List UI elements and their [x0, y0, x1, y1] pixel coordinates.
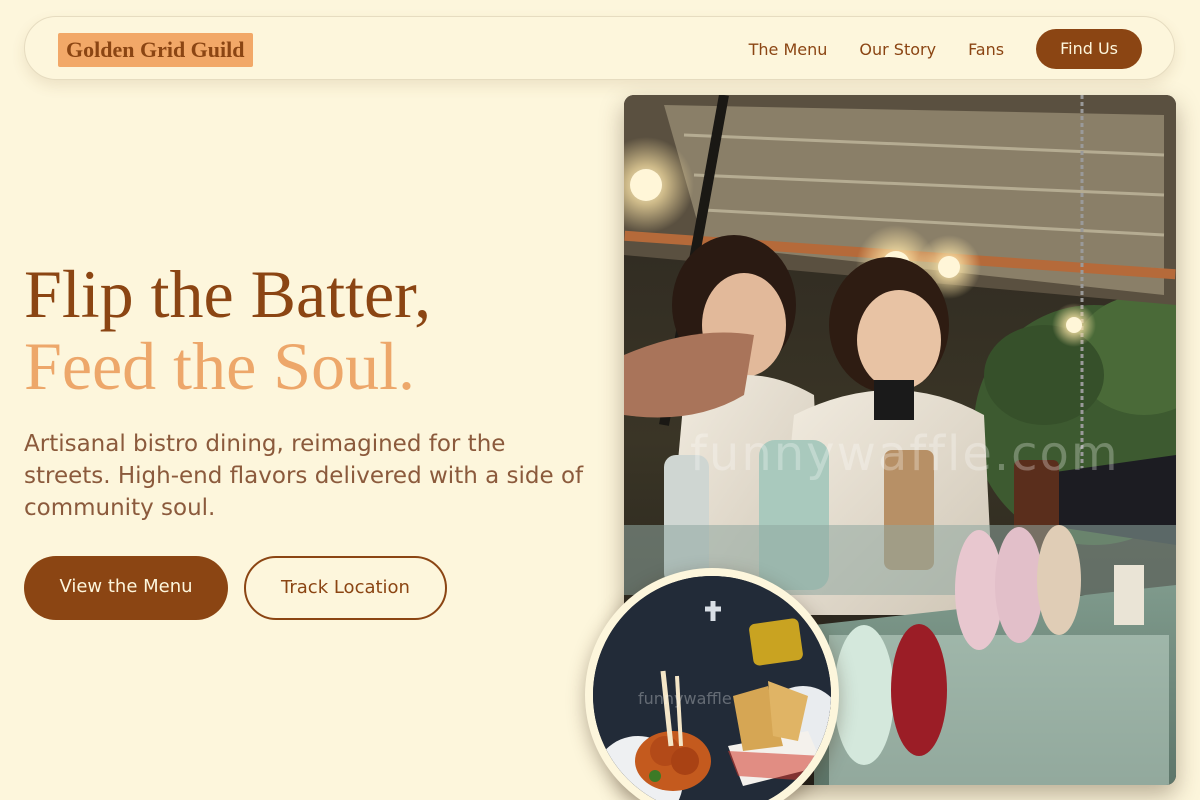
- photo-watermark: funnywaffle.com: [690, 426, 1120, 482]
- nav-link-our-story[interactable]: Our Story: [859, 40, 936, 59]
- hero-subtitle: Artisanal bistro dining, reimagined for …: [24, 431, 584, 521]
- hero-title: Flip the Batter, Feed the Soul.: [24, 258, 431, 402]
- track-location-button[interactable]: Track Location: [244, 556, 447, 620]
- nav-link-fans[interactable]: Fans: [968, 40, 1004, 59]
- top-navbar: Golden Grid Guild The Menu Our Story Fan…: [24, 16, 1175, 80]
- hero-title-line2: Feed the Soul.: [24, 328, 415, 404]
- food-closeup-photo: funnywaffle: [585, 568, 839, 800]
- nav-link-menu[interactable]: The Menu: [749, 40, 828, 59]
- round-photo-watermark: funnywaffle: [638, 689, 732, 708]
- view-menu-button[interactable]: View the Menu: [24, 556, 228, 620]
- hero-title-line1: Flip the Batter,: [24, 256, 432, 332]
- brand-logo[interactable]: Golden Grid Guild: [58, 33, 253, 67]
- find-us-button[interactable]: Find Us: [1036, 29, 1142, 69]
- nav-links: The Menu Our Story Fans Find Us: [749, 29, 1142, 69]
- landing-page: Golden Grid Guild The Menu Our Story Fan…: [0, 0, 1200, 800]
